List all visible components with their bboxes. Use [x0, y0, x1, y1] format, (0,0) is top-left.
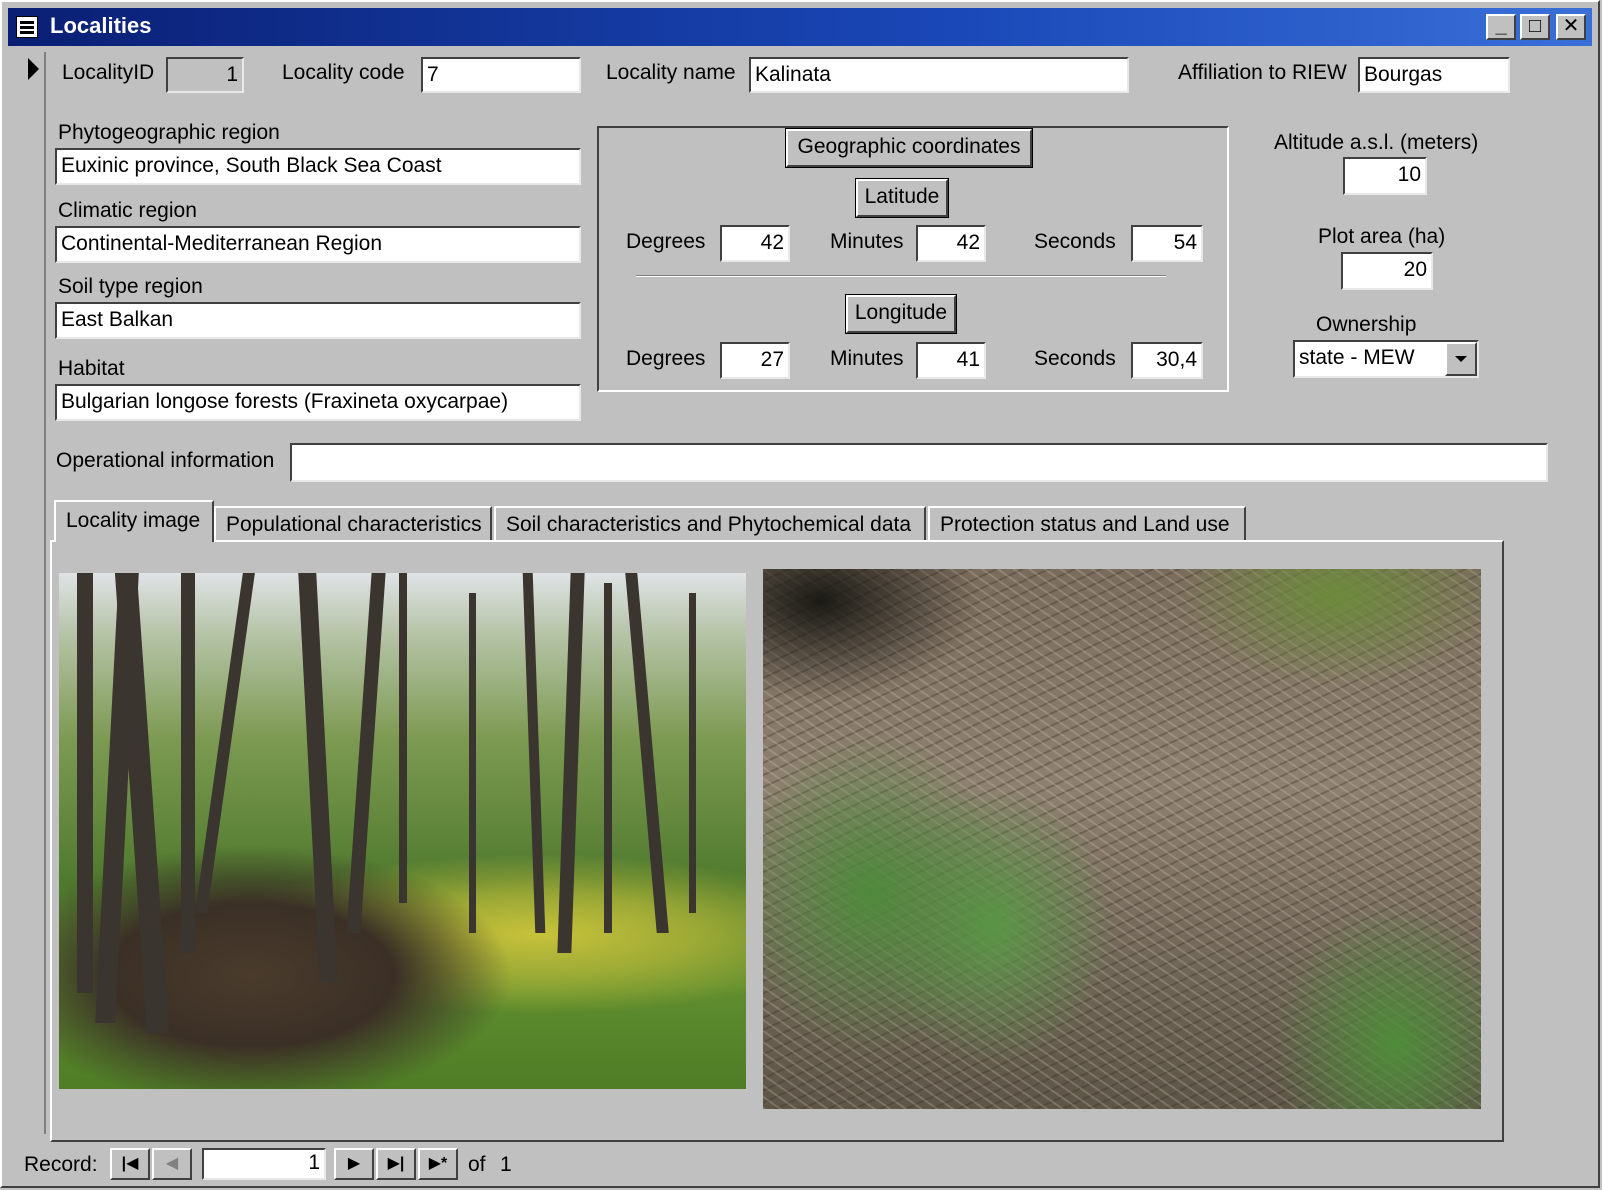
last-record-button[interactable]: ▶|	[376, 1148, 416, 1180]
phytogeographic-region-field[interactable]: Euxinic province, South Black Sea Coast	[55, 148, 581, 185]
lon-seconds-field[interactable]: 30,4	[1131, 342, 1203, 379]
minimize-button[interactable]: _	[1486, 14, 1516, 40]
coordinates-divider	[636, 275, 1166, 277]
ownership-label: Ownership	[1316, 313, 1417, 336]
title-bar[interactable]: Localities _ □ ✕	[8, 8, 1592, 46]
record-label: Record:	[24, 1153, 98, 1176]
lat-seconds-label: Seconds	[1034, 230, 1116, 253]
locality-name-field[interactable]: Kalinata	[749, 57, 1129, 93]
new-record-button[interactable]: ▶*	[418, 1148, 458, 1180]
affiliation-label: Affiliation to RIEW	[1178, 61, 1347, 84]
geographic-coordinates-button[interactable]: Geographic coordinates	[785, 128, 1033, 168]
previous-record-button[interactable]: ◀	[152, 1148, 192, 1180]
first-record-button[interactable]: |◀	[110, 1148, 150, 1180]
habitat-field[interactable]: Bulgarian longose forests (Fraxineta oxy…	[55, 384, 581, 421]
next-record-button[interactable]: ▶	[334, 1148, 374, 1180]
soil-type-region-label: Soil type region	[58, 275, 203, 298]
current-record-arrow-icon	[28, 58, 39, 80]
lat-seconds-field[interactable]: 54	[1131, 225, 1203, 262]
operational-information-label: Operational information	[56, 449, 275, 472]
ownership-value: state - MEW	[1299, 346, 1415, 369]
climatic-region-label: Climatic region	[58, 199, 197, 222]
lon-minutes-field[interactable]: 41	[916, 342, 986, 379]
lat-degrees-field[interactable]: 42	[720, 225, 790, 262]
of-label: of	[468, 1153, 486, 1176]
ownership-dropdown-icon[interactable]	[1445, 342, 1477, 376]
altitude-label: Altitude a.s.l. (meters)	[1274, 131, 1479, 154]
altitude-field[interactable]: 10	[1343, 157, 1427, 195]
soil-type-region-field[interactable]: East Balkan	[55, 302, 581, 339]
affiliation-field[interactable]: Bourgas	[1358, 57, 1510, 93]
close-button[interactable]: ✕	[1556, 14, 1586, 40]
record-number-field[interactable]: 1	[202, 1148, 326, 1180]
lat-minutes-label: Minutes	[830, 230, 904, 253]
maximize-button[interactable]: □	[1520, 14, 1550, 40]
climatic-region-field[interactable]: Continental-Mediterranean Region	[55, 226, 581, 263]
locality-name-label: Locality name	[606, 61, 736, 84]
plot-area-field[interactable]: 20	[1341, 252, 1433, 290]
tab-soil-characteristics[interactable]: Soil characteristics and Phytochemical d…	[494, 506, 926, 542]
form-icon	[16, 16, 38, 38]
longitude-button[interactable]: Longitude	[845, 294, 957, 334]
locality-id-field: 1	[166, 57, 244, 93]
tab-populational-characteristics[interactable]: Populational characteristics	[214, 506, 492, 542]
ownership-select[interactable]: state - MEW	[1293, 340, 1479, 378]
window-title: Localities	[50, 13, 152, 38]
lon-seconds-label: Seconds	[1034, 347, 1116, 370]
latitude-button[interactable]: Latitude	[855, 178, 949, 218]
record-total: 1	[500, 1153, 512, 1176]
record-selector[interactable]	[14, 52, 46, 1134]
tab-protection-status[interactable]: Protection status and Land use	[928, 506, 1246, 542]
operational-information-field[interactable]	[290, 443, 1548, 482]
lon-degrees-field[interactable]: 27	[720, 342, 790, 379]
tab-locality-image[interactable]: Locality image	[54, 500, 214, 542]
lon-degrees-label: Degrees	[626, 347, 706, 370]
lat-minutes-field[interactable]: 42	[916, 225, 986, 262]
lon-minutes-label: Minutes	[830, 347, 904, 370]
plot-area-label: Plot area (ha)	[1318, 225, 1446, 248]
undergrowth-photo	[763, 569, 1481, 1109]
phytogeographic-region-label: Phytogeographic region	[58, 121, 280, 144]
locality-id-label: LocalityID	[62, 61, 155, 84]
lat-degrees-label: Degrees	[626, 230, 706, 253]
forest-photo	[59, 573, 746, 1089]
locality-code-field[interactable]: 7	[421, 57, 581, 93]
habitat-label: Habitat	[58, 357, 125, 380]
locality-code-label: Locality code	[282, 61, 405, 84]
